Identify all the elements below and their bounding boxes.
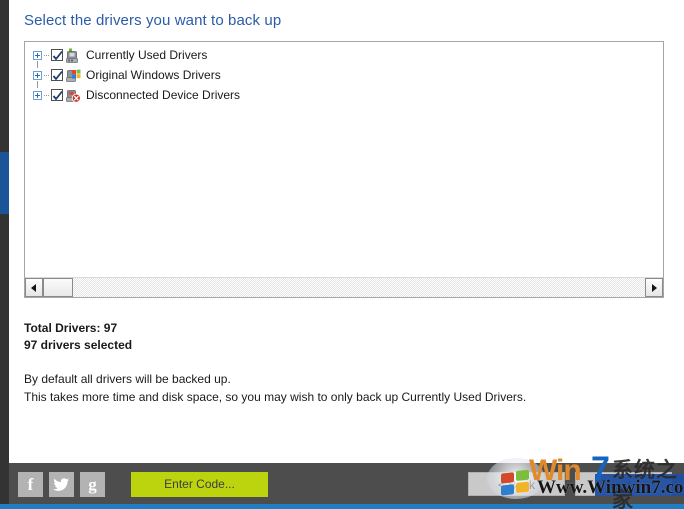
tree-connector-icon bbox=[44, 75, 50, 76]
plus-expander-icon[interactable] bbox=[33, 91, 42, 100]
driver-chip-windows-icon bbox=[66, 68, 81, 83]
left-rail-footer-segment bbox=[0, 463, 9, 504]
driver-chip-error-icon bbox=[66, 88, 81, 103]
total-drivers-text: Total Drivers: 97 bbox=[24, 320, 132, 337]
back-button[interactable]: < Back bbox=[468, 472, 565, 496]
tree-item-label: Disconnected Device Drivers bbox=[86, 88, 240, 103]
plus-expander-icon[interactable] bbox=[33, 51, 42, 60]
tree-item-disconnected-device-drivers[interactable]: Disconnected Device Drivers bbox=[33, 87, 663, 103]
footer-underline bbox=[0, 504, 684, 509]
googleplus-glyph: g bbox=[80, 472, 105, 497]
description-line-2: This takes more time and disk space, so … bbox=[24, 388, 526, 406]
tree-item-label: Original Windows Drivers bbox=[86, 68, 221, 83]
tree-item-currently-used-drivers[interactable]: Currently Used Drivers bbox=[33, 47, 663, 63]
tree-item-checkbox[interactable] bbox=[51, 49, 63, 61]
scroll-right-arrow-icon[interactable] bbox=[645, 278, 663, 297]
description-line-1: By default all drivers will be backed up… bbox=[24, 370, 526, 388]
scrollbar-track[interactable] bbox=[73, 278, 645, 297]
page-title: Select the drivers you want to back up bbox=[24, 12, 281, 29]
tree-item-checkbox[interactable] bbox=[51, 69, 63, 81]
plus-expander-icon[interactable] bbox=[33, 71, 42, 80]
driver-tree-list: Currently Used Drivers bbox=[25, 42, 663, 276]
scroll-left-arrow-icon[interactable] bbox=[25, 278, 43, 297]
tree-item-checkbox[interactable] bbox=[51, 89, 63, 101]
twitter-icon[interactable] bbox=[49, 472, 74, 497]
enter-code-button[interactable]: Enter Code... bbox=[131, 472, 268, 497]
facebook-glyph: f bbox=[18, 472, 43, 497]
driver-chip-icon bbox=[66, 48, 81, 63]
social-links: f g bbox=[18, 472, 105, 497]
tree-item-original-windows-drivers[interactable]: Original Windows Drivers bbox=[33, 67, 663, 83]
horizontal-scrollbar[interactable] bbox=[25, 277, 663, 297]
scrollbar-thumb[interactable] bbox=[43, 278, 73, 297]
driver-count-summary: Total Drivers: 97 97 drivers selected bbox=[24, 320, 132, 354]
tree-line-icon bbox=[37, 82, 38, 88]
footer-bar: f g Enter Code... < Back Next > bbox=[9, 463, 684, 504]
facebook-icon[interactable]: f bbox=[18, 472, 43, 497]
tree-connector-icon bbox=[44, 95, 50, 96]
left-rail bbox=[0, 0, 9, 509]
googleplus-icon[interactable]: g bbox=[80, 472, 105, 497]
left-rail-accent bbox=[0, 152, 9, 214]
driver-tree-panel: Currently Used Drivers bbox=[24, 41, 664, 298]
tree-line-icon bbox=[37, 62, 38, 68]
selected-drivers-text: 97 drivers selected bbox=[24, 337, 132, 354]
next-button[interactable]: Next > bbox=[575, 472, 672, 496]
installer-window: Select the drivers you want to back up bbox=[0, 0, 684, 509]
tree-item-label: Currently Used Drivers bbox=[86, 48, 207, 63]
tree-connector-icon bbox=[44, 55, 50, 56]
description-text: By default all drivers will be backed up… bbox=[24, 370, 526, 406]
